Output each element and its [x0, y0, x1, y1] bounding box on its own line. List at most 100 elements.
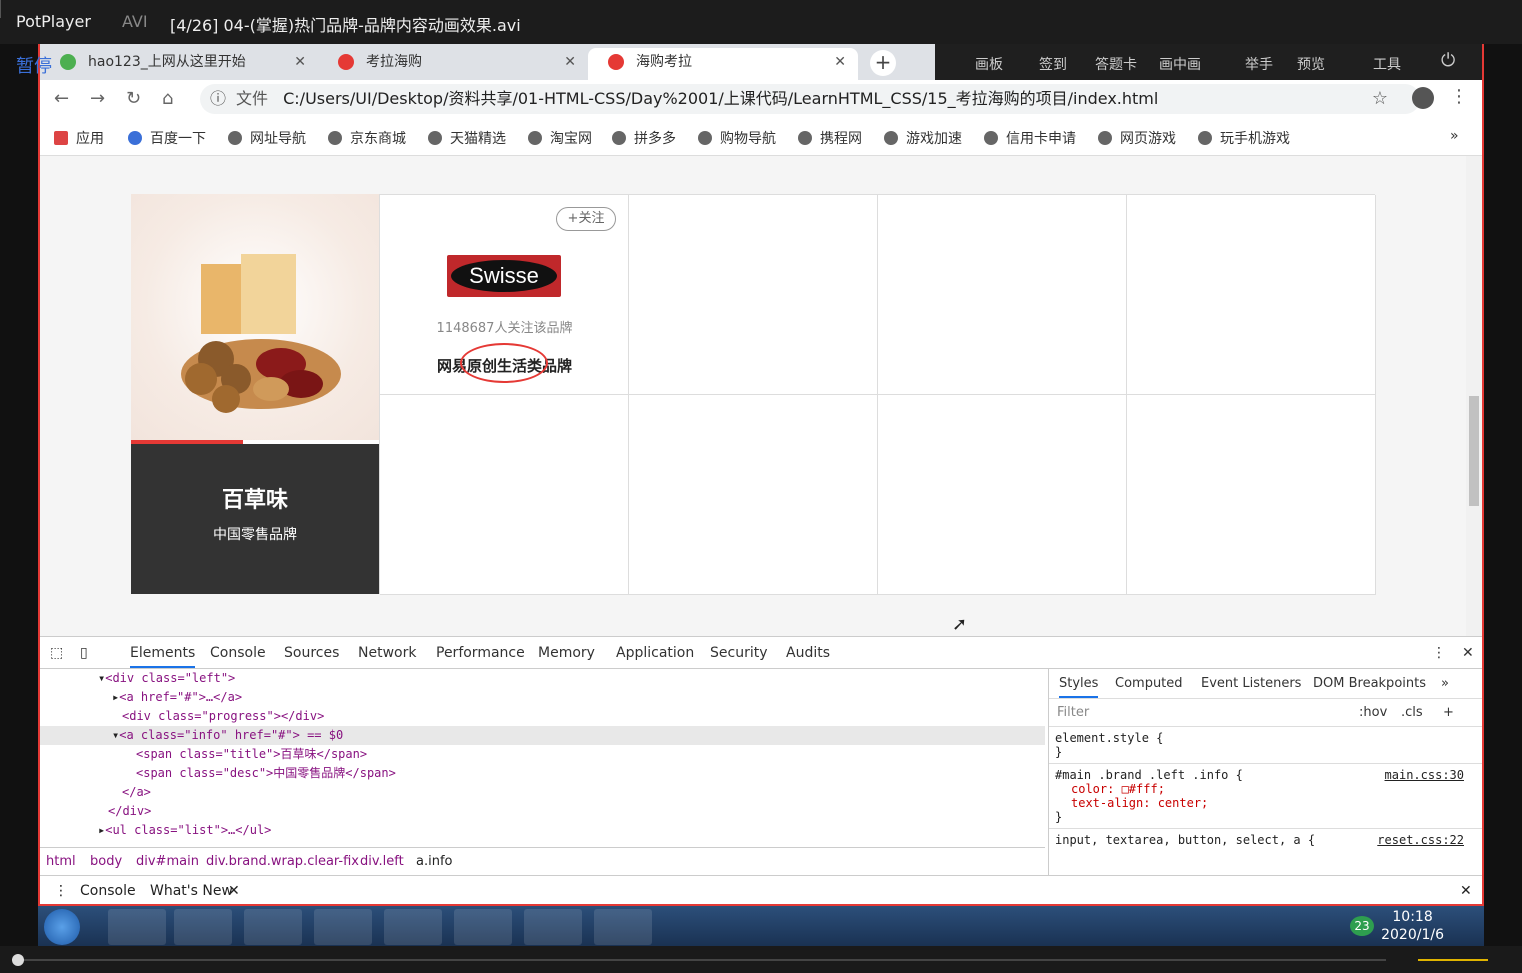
url-input[interactable]: ⓘ 文件 C:/Users/UI/Desktop/资料共享/01-HTML-CS… [200, 84, 1420, 114]
menu-item[interactable]: 工具 [1373, 54, 1401, 74]
plus-icon[interactable]: + [1443, 705, 1454, 720]
home-icon[interactable]: ⌂ [162, 88, 173, 109]
tab-elements[interactable]: Elements [130, 645, 196, 668]
style-rule[interactable]: #main .brand .left .info { color: □#fff;… [1049, 764, 1482, 829]
potplayer-icon[interactable] [174, 909, 232, 945]
bookmark-item[interactable]: 淘宝网 [528, 128, 592, 148]
bookmark-item[interactable]: 网页游戏 [1098, 128, 1176, 148]
account-icon[interactable] [1412, 87, 1434, 109]
tab-security[interactable]: Security [710, 645, 768, 661]
style-rule[interactable]: element.style {} [1049, 727, 1482, 764]
dom-tree[interactable]: ▾<div class="left"> ▸<a href="#">…</a> <… [40, 669, 1045, 847]
chevron-right-icon[interactable]: » [1450, 128, 1459, 144]
tab-application[interactable]: Application [616, 645, 694, 661]
crumb[interactable]: div.left [360, 854, 404, 869]
dom-node[interactable]: <div class="progress"></div> [40, 707, 1045, 726]
tab-memory[interactable]: Memory [538, 645, 595, 661]
crumb[interactable]: html [46, 854, 76, 869]
drawer-tab-console[interactable]: Console [80, 883, 136, 899]
reload-icon[interactable]: ↻ [126, 88, 141, 109]
close-icon[interactable]: ✕ [228, 883, 240, 899]
close-icon[interactable]: ✕ [1462, 645, 1474, 661]
bookmark-item[interactable]: 天猫精选 [428, 128, 506, 148]
close-icon[interactable]: ✕ [834, 48, 846, 76]
menu-item[interactable]: 举手 [1245, 54, 1273, 74]
brand-cell[interactable] [1127, 195, 1376, 395]
brand-left-panel[interactable]: 百草味 中国零售品牌 [131, 194, 379, 594]
chevron-right-icon[interactable]: » [1441, 676, 1449, 691]
seek-handle[interactable] [12, 954, 24, 966]
notes-icon[interactable] [524, 909, 582, 945]
tab-computed[interactable]: Computed [1115, 676, 1183, 691]
brand-info-link[interactable]: 百草味 中国零售品牌 [131, 444, 379, 594]
crumb-active[interactable]: a.info [416, 854, 452, 869]
cls-toggle[interactable]: .cls [1401, 705, 1423, 720]
tab-event-listeners[interactable]: Event Listeners [1201, 676, 1301, 691]
tab-console[interactable]: Console [210, 645, 266, 661]
bookmark-item[interactable]: 网址导航 [228, 128, 306, 148]
inspect-icon[interactable]: ⬚ [50, 645, 63, 661]
seek-track[interactable] [16, 959, 1386, 961]
hov-toggle[interactable]: :hov [1359, 705, 1387, 720]
crumb[interactable]: body [90, 854, 122, 869]
avatar-app-icon[interactable] [108, 909, 166, 945]
dom-node[interactable]: </div> [40, 802, 1045, 821]
chrome-icon[interactable] [314, 909, 372, 945]
kebab-icon[interactable]: ⋮ [1432, 645, 1446, 661]
star-icon[interactable]: ☆ [1372, 88, 1388, 109]
crumb[interactable]: div#main [136, 854, 199, 869]
player-menu-button[interactable]: PotPlayer [16, 12, 91, 31]
filter-input[interactable]: Filter [1057, 705, 1089, 720]
start-button-icon[interactable] [44, 909, 80, 945]
tab-dom-breakpoints[interactable]: DOM Breakpoints [1313, 676, 1426, 691]
dom-node[interactable]: ▸<ul class="list">…</ul> [40, 821, 1045, 840]
vscode-icon[interactable] [594, 909, 652, 945]
brand-cell[interactable] [1127, 395, 1376, 595]
menu-item[interactable]: 画板 [975, 54, 1003, 74]
bookmark-item[interactable]: 携程网 [798, 128, 862, 148]
source-link[interactable]: reset.css:22 [1377, 833, 1464, 847]
dom-node[interactable]: ▸<a href="#">…</a> [40, 688, 1045, 707]
bookmark-item[interactable]: 信用卡申请 [984, 128, 1076, 148]
brand-cell[interactable]: +关注 Swisse 1148687人关注该品牌 网易原创生活类品牌 [380, 195, 629, 395]
dom-node-selected[interactable]: ▾<a class="info" href="#"> == $0 [40, 726, 1045, 745]
bookmark-item[interactable]: 百度一下 [128, 128, 206, 148]
dom-node[interactable]: </a> [40, 783, 1045, 802]
power-icon[interactable]: ⏻ [1441, 50, 1455, 71]
close-icon[interactable]: ✕ [564, 48, 576, 76]
more-menu-icon[interactable]: ⋮ [1450, 86, 1468, 107]
menu-item[interactable]: 预览 [1297, 54, 1325, 74]
player-seekbar[interactable] [0, 946, 1522, 973]
device-toggle-icon[interactable]: ▯ [80, 645, 88, 661]
tab-network[interactable]: Network [358, 645, 416, 661]
tab-performance[interactable]: Performance [436, 645, 525, 661]
bookmark-item[interactable]: 玩手机游戏 [1198, 128, 1290, 148]
tab-sources[interactable]: Sources [284, 645, 339, 661]
bookmark-item[interactable]: 拼多多 [612, 128, 676, 148]
menu-item[interactable]: 画中画 [1159, 54, 1201, 74]
tab-styles[interactable]: Styles [1059, 676, 1099, 698]
kebab-icon[interactable]: ⋮ [54, 883, 68, 899]
bookmark-item[interactable]: 游戏加速 [884, 128, 962, 148]
notification-badge[interactable]: 23 [1350, 916, 1374, 936]
brand-cell[interactable] [629, 195, 878, 395]
bookmark-item[interactable]: 购物导航 [698, 128, 776, 148]
brand-cell[interactable] [878, 195, 1127, 395]
menu-item[interactable]: 签到 [1039, 54, 1067, 74]
back-icon[interactable]: ← [54, 88, 69, 109]
crumb[interactable]: div.brand.wrap.clear-fix [206, 854, 359, 869]
typora-icon[interactable] [454, 909, 512, 945]
drawer-tab-whats-new[interactable]: What's New [150, 883, 233, 899]
tab-haigou-active[interactable]: 海购考拉 ✕ [588, 48, 858, 80]
explorer-icon[interactable] [244, 909, 302, 945]
style-rule[interactable]: input, textarea, button, select, a { res… [1049, 829, 1482, 851]
system-clock[interactable]: 10:18 2020/1/6 [1381, 908, 1444, 944]
dom-node[interactable]: ▾<div class="left"> [40, 669, 1045, 688]
scrollbar-thumb[interactable] [1469, 396, 1479, 506]
page-scrollbar[interactable] [1466, 156, 1482, 636]
bookmark-item[interactable]: 京东商城 [328, 128, 406, 148]
vscode-icon[interactable] [384, 909, 442, 945]
tab-hao123[interactable]: hao123_上网从这里开始 ✕ [40, 48, 318, 80]
dom-node[interactable]: <span class="desc">中国零售品牌</span> [40, 764, 1045, 783]
source-link[interactable]: main.css:30 [1385, 768, 1464, 782]
